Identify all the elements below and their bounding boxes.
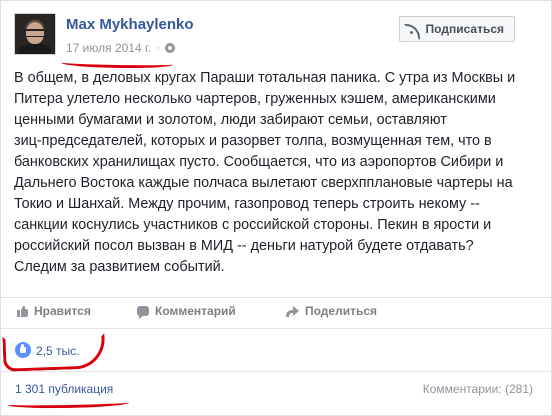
follow-button[interactable]: Подписаться: [398, 16, 515, 42]
like-label: Нравится: [34, 304, 91, 318]
comment-button[interactable]: Комментарий: [137, 304, 236, 319]
post-card: Max Mykhaylenko 17 июля 2014 г. · Подпис…: [0, 0, 552, 416]
comments-count[interactable]: Комментарии: (281): [423, 382, 533, 396]
author-name[interactable]: Max Mykhaylenko: [66, 16, 194, 33]
avatar[interactable]: [14, 13, 56, 55]
avatar-shirt: [19, 44, 51, 54]
follow-label: Подписаться: [425, 22, 504, 36]
share-button[interactable]: Поделиться: [286, 304, 377, 318]
share-arrow-icon: [286, 306, 299, 317]
post-meta: 17 июля 2014 г. ·: [66, 41, 175, 55]
share-label: Поделиться: [305, 304, 378, 318]
post-text: В общем, в деловых кругах Параши тотальн…: [14, 70, 516, 275]
action-bar: Нравится Комментарий Поделиться: [1, 297, 551, 329]
meta-separator: ·: [156, 42, 160, 54]
globe-icon[interactable]: [164, 43, 175, 53]
avatar-glasses: [25, 29, 45, 37]
shares-count[interactable]: 1 301 публикация: [15, 382, 113, 396]
like-button[interactable]: Нравится: [17, 304, 91, 318]
post-header: Max Mykhaylenko 17 июля 2014 г. · Подпис…: [14, 13, 539, 69]
annotation-underline-shares: [6, 397, 130, 410]
post-date[interactable]: 17 июля 2014 г.: [66, 41, 151, 55]
annotation-circle-likes: [2, 333, 106, 372]
thumbs-up-icon: [17, 305, 28, 317]
likes-row: 2,5 тыс.: [1, 333, 551, 372]
footer-row: 1 301 публикация Комментарии: (281): [1, 373, 551, 410]
comment-label: Комментарий: [155, 304, 236, 318]
comment-bubble-icon: [137, 306, 149, 319]
rss-icon: [409, 24, 420, 34]
